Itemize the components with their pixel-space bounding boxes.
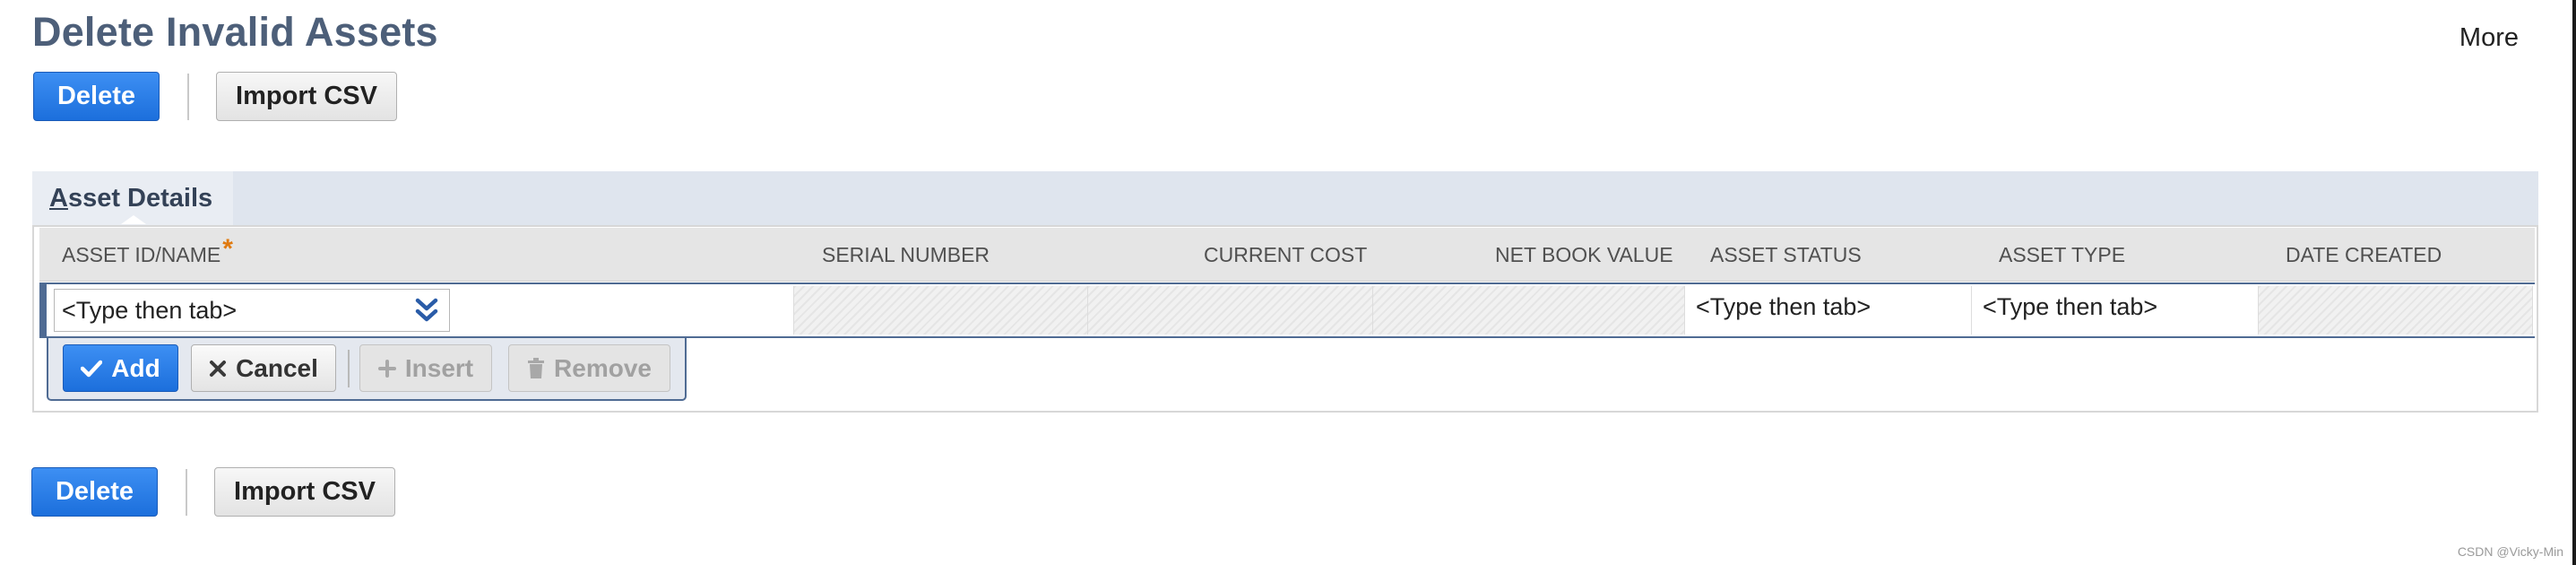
- remove-button-label: Remove: [554, 353, 652, 382]
- cancel-button[interactable]: Cancel: [191, 344, 336, 392]
- asset-id-input[interactable]: <Type then tab>: [54, 289, 450, 332]
- add-button[interactable]: Add: [63, 344, 178, 392]
- insert-button-label: Insert: [404, 353, 474, 382]
- asset-status-input[interactable]: <Type then tab>: [1696, 289, 1871, 325]
- watermark: CSDN @Vicky-Min: [2457, 544, 2563, 559]
- top-toolbar: Delete Import CSV: [33, 72, 397, 121]
- column-header-current-cost[interactable]: CURRENT COST: [1204, 228, 1367, 282]
- tab-label: sset Details: [67, 183, 213, 213]
- cell-net-book-value: [1373, 286, 1685, 335]
- action-divider: [348, 350, 350, 387]
- insert-button[interactable]: Insert: [359, 344, 492, 392]
- remove-button[interactable]: Remove: [508, 344, 670, 392]
- import-csv-button[interactable]: Import CSV: [216, 72, 397, 121]
- column-header-asset-type[interactable]: ASSET TYPE: [1999, 228, 2125, 282]
- import-csv-button-bottom[interactable]: Import CSV: [214, 467, 395, 517]
- tab-pointer: [121, 215, 146, 224]
- page-title: Delete Invalid Assets: [32, 9, 438, 55]
- bottom-toolbar: Delete Import CSV: [31, 467, 395, 517]
- column-header-date-created[interactable]: DATE CREATED: [2286, 228, 2442, 282]
- cell-serial-number: [794, 286, 1088, 335]
- cell-current-cost: [1088, 286, 1373, 335]
- add-button-label: Add: [111, 353, 160, 382]
- asset-type-input[interactable]: <Type then tab>: [1983, 289, 2157, 325]
- double-chevron-down-icon[interactable]: [411, 293, 442, 327]
- subtab-strip: [32, 171, 2538, 225]
- column-header-serial-number[interactable]: SERIAL NUMBER: [822, 228, 990, 282]
- delete-button[interactable]: Delete: [33, 72, 160, 121]
- checkmark-icon: [81, 360, 103, 378]
- toolbar-divider: [187, 73, 189, 120]
- delete-button-bottom[interactable]: Delete: [31, 467, 158, 517]
- more-menu-button[interactable]: More: [2459, 23, 2519, 53]
- toolbar-divider-bottom: [186, 468, 187, 516]
- column-header-asset-status[interactable]: ASSET STATUS: [1710, 228, 1862, 282]
- x-icon: [209, 360, 227, 378]
- active-row-marker: [39, 282, 47, 338]
- trash-icon: [527, 357, 545, 379]
- tab-accesskey: A: [49, 183, 68, 213]
- cell-date-created: [2259, 286, 2533, 335]
- column-header-asset-id[interactable]: ASSET ID/NAME*: [62, 228, 233, 282]
- required-marker: *: [222, 234, 233, 264]
- column-header-net-book-value[interactable]: NET BOOK VALUE: [1495, 228, 1673, 282]
- window-edge: [2572, 0, 2576, 565]
- cancel-button-label: Cancel: [236, 353, 318, 382]
- plus-icon: [377, 359, 396, 378]
- column-header-label: ASSET ID/NAME: [62, 243, 221, 266]
